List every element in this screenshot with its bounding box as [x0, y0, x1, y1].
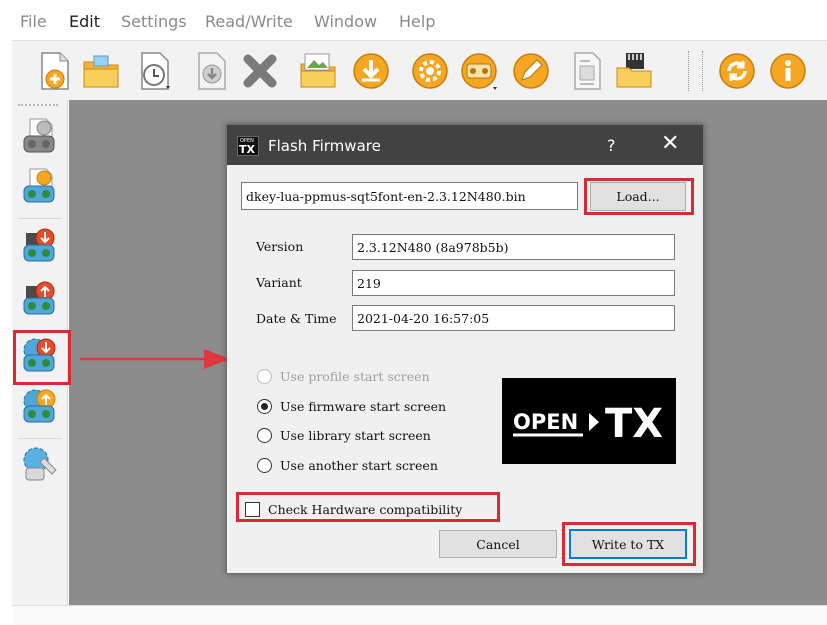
- radio-firmware-start-screen[interactable]: Use firmware start screen: [257, 399, 446, 414]
- save-icon[interactable]: [190, 49, 234, 93]
- check-hardware-compatibility[interactable]: Check Hardware compatibility: [245, 502, 462, 517]
- main-toolbar: [12, 40, 827, 100]
- info-icon[interactable]: [766, 49, 810, 93]
- menu-help[interactable]: Help: [399, 12, 435, 31]
- radio-button[interactable]: [257, 369, 272, 384]
- radio-button[interactable]: [257, 428, 272, 443]
- opentx-splash-logo-icon: OPEN TX: [513, 401, 663, 447]
- version-field[interactable]: 2.3.12N480 (8a978b5b): [352, 234, 675, 260]
- radio-label: Use another start screen: [280, 458, 438, 473]
- recent-files-icon[interactable]: [133, 49, 177, 93]
- read-firmware-icon[interactable]: [20, 225, 62, 267]
- menu-settings[interactable]: Settings: [121, 12, 187, 31]
- flash-firmware-icon[interactable]: [20, 335, 62, 377]
- side-toolbar: [12, 100, 68, 605]
- status-bar: [12, 605, 827, 625]
- edit-tool-icon[interactable]: [509, 49, 553, 93]
- start-screen-preview: OPEN TX: [502, 378, 676, 464]
- menu-edit[interactable]: Edit: [69, 12, 100, 31]
- sd-card-icon[interactable]: [612, 49, 656, 93]
- radio-label: Use firmware start screen: [280, 399, 447, 414]
- read-models-icon[interactable]: [20, 116, 62, 158]
- check-hardware-label: Check Hardware compatibility: [268, 502, 463, 517]
- annotation-arrow-icon: [80, 349, 230, 369]
- dialog-title: Flash Firmware: [268, 137, 381, 155]
- write-backup-icon[interactable]: [20, 278, 62, 320]
- settings-gear-icon[interactable]: [408, 49, 452, 93]
- flash-firmware-dialog: OPEN TX Flash Firmware ? ✕ dkey-lua-ppmus…: [226, 124, 704, 574]
- load-button[interactable]: Load...: [590, 182, 686, 211]
- update-icon[interactable]: [715, 49, 759, 93]
- date-time-field[interactable]: 2021-04-20 16:57:05: [352, 305, 675, 331]
- menu-file[interactable]: File: [20, 12, 47, 31]
- menu-read-write[interactable]: Read/Write: [205, 12, 293, 31]
- variant-label: Variant: [256, 275, 302, 290]
- menu-window[interactable]: Window: [314, 12, 377, 31]
- radio-settings-icon[interactable]: [457, 49, 501, 93]
- date-time-label: Date & Time: [256, 311, 337, 326]
- close-button[interactable]: ✕: [661, 131, 679, 157]
- radio-profile-start-screen[interactable]: Use profile start screen: [257, 369, 430, 384]
- write-to-tx-button[interactable]: Write to TX: [569, 529, 687, 559]
- delete-icon[interactable]: [238, 49, 282, 93]
- cancel-button[interactable]: Cancel: [439, 530, 557, 558]
- svg-text:TX: TX: [605, 401, 663, 447]
- radio-button[interactable]: [257, 458, 272, 473]
- menu-bar: File Edit Settings Read/Write Window Hel…: [0, 0, 827, 40]
- firmware-file-path-field[interactable]: dkey-lua-ppmus-sqt5font-en-2.3.12N480.bi…: [241, 182, 578, 210]
- opentx-logo-icon: OPEN TX: [237, 136, 259, 156]
- image-folder-icon[interactable]: [296, 49, 340, 93]
- radio-another-start-screen[interactable]: Use another start screen: [257, 458, 438, 473]
- download-icon[interactable]: [349, 49, 393, 93]
- radio-button[interactable]: [257, 399, 272, 414]
- radio-library-start-screen[interactable]: Use library start screen: [257, 428, 431, 443]
- radio-label: Use library start screen: [280, 428, 431, 443]
- radio-label: Use profile start screen: [280, 369, 430, 384]
- write-models-icon[interactable]: [20, 166, 62, 208]
- variant-field[interactable]: 219: [352, 270, 675, 296]
- compare-icon[interactable]: [20, 444, 62, 486]
- help-button[interactable]: ?: [607, 136, 616, 155]
- checkbox[interactable]: [245, 502, 260, 517]
- document-icon[interactable]: [565, 49, 609, 93]
- write-firmware-icon[interactable]: [20, 386, 62, 428]
- dialog-title-bar: OPEN TX Flash Firmware ? ✕: [227, 125, 703, 165]
- open-folder-icon[interactable]: [79, 49, 123, 93]
- new-file-icon[interactable]: [32, 49, 76, 93]
- svg-text:OPEN: OPEN: [513, 410, 578, 434]
- version-label: Version: [256, 239, 304, 254]
